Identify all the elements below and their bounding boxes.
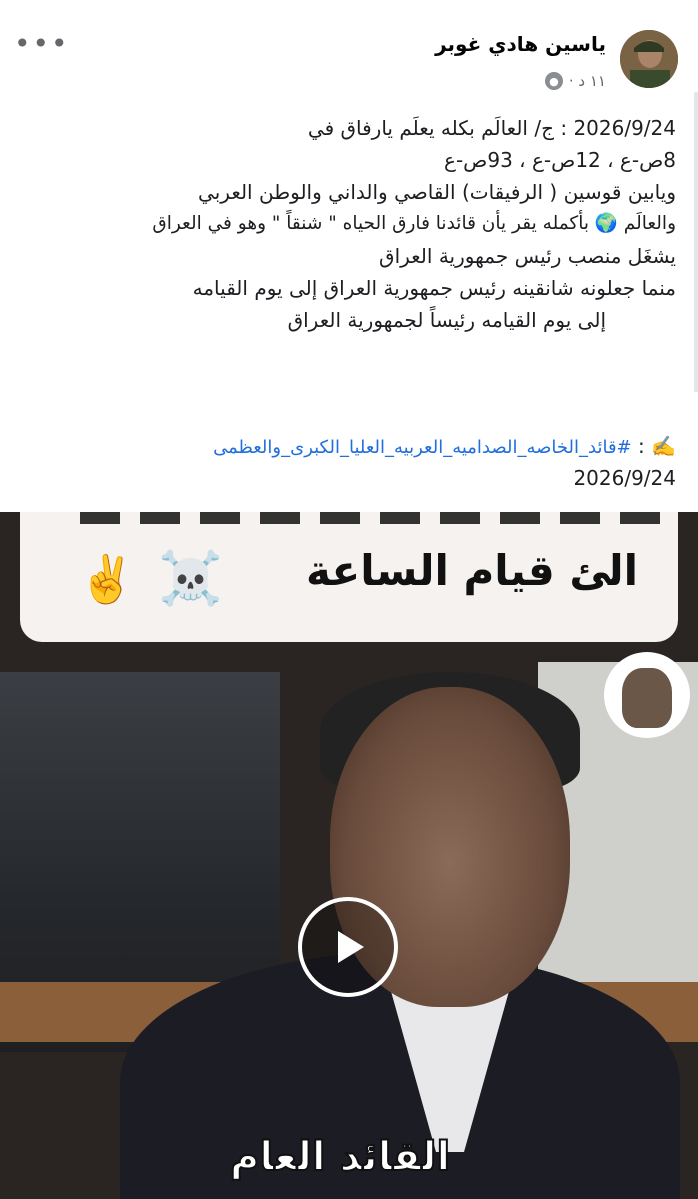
hashtag-link[interactable]: #قائد_الخاصه_الصداميه_العربيه_العليا_الك… <box>213 437 632 458</box>
post-line: والعالَم 🌍 بأكمله يقر يأن قائدنا فارق ال… <box>152 213 676 234</box>
post-time[interactable]: ١١ د · <box>569 72 606 90</box>
author-avatar[interactable] <box>620 30 678 88</box>
play-button[interactable] <box>298 897 398 997</box>
writing-hand-icon: ✍️ : <box>631 434 676 458</box>
post-line: ويابين قوسين ( الرفيقات) القاصي والداني … <box>198 180 676 204</box>
hashtag-line: ✍️ : #قائد_الخاصه_الصداميه_العربيه_العلي… <box>16 430 676 464</box>
post-date: 2026/9/24 <box>573 466 676 490</box>
video-caption-cutoff <box>80 512 680 524</box>
post-header: ياسين هادي غوبر ١١ د · ● ••• <box>0 0 698 110</box>
video-bottom-caption: القائد العام <box>229 1133 451 1181</box>
globe-icon: ● <box>544 72 563 90</box>
post-line: 8ص-ع ، 12ص-ع ، 93ص-ع <box>444 148 676 172</box>
post-body: 2026/9/24 : ج/ العالَم بكله يعلَم يارفاق… <box>16 112 676 336</box>
post-line: إلى يوم القيامه رئيساً لجمهورية العراق <box>287 308 606 332</box>
post-meta: ١١ د · ● <box>544 72 606 90</box>
channel-badge-avatar <box>604 652 690 738</box>
video-player[interactable]: الئ قيام الساعة ☠️ ✌️ القائد العام <box>0 512 698 1199</box>
video-caption: الئ قيام الساعة <box>306 546 638 595</box>
skull-icon: ☠️ <box>158 549 223 609</box>
post-line: منما جعلونه شانقينه رئيس جمهورية العراق … <box>192 276 676 300</box>
badge-portrait <box>622 668 672 728</box>
video-caption-box: الئ قيام الساعة ☠️ ✌️ <box>20 512 680 642</box>
play-icon <box>338 931 364 963</box>
peace-hand-icon: ✌️ <box>78 552 136 606</box>
post-line: يشغَل منصب رئيس جمهورية العراق <box>379 244 676 268</box>
scrollbar[interactable] <box>694 92 698 392</box>
author-name[interactable]: ياسين هادي غوبر <box>435 32 606 56</box>
post-line: 2026/9/24 : ج/ العالَم بكله يعلَم يارفاق… <box>307 116 676 140</box>
more-options-icon[interactable]: ••• <box>14 30 70 58</box>
